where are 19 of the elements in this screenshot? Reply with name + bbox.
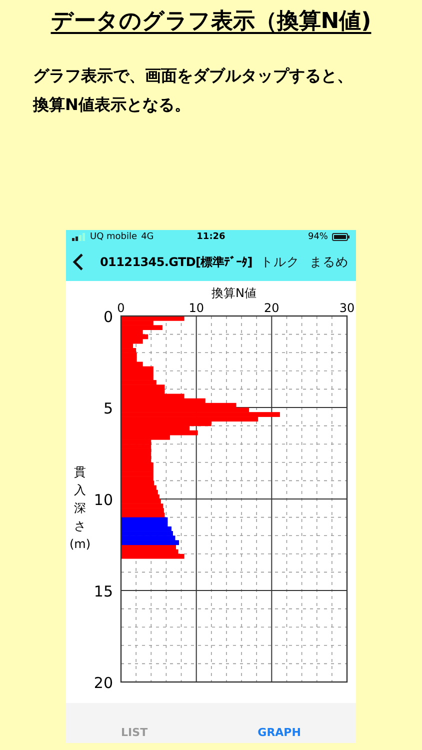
tick-label: 0 <box>103 308 113 326</box>
tick-label: 20 <box>264 301 280 315</box>
axis-label: 貫入深さ(m) <box>70 464 90 553</box>
tick-label: 5 <box>103 400 113 418</box>
carrier-name: UQ mobile <box>90 232 138 242</box>
tick-label: 15 <box>94 582 113 600</box>
tick-label: 10 <box>94 491 113 509</box>
battery-percent: 94% <box>308 232 328 242</box>
axis-label: 換算N値 <box>212 286 256 300</box>
tick-label: 20 <box>94 674 113 692</box>
page-heading: データのグラフ表示（換算N値) <box>50 8 372 36</box>
description-text: 換算N値表示となる。 <box>33 95 192 116</box>
tick-label: 30 <box>339 301 355 315</box>
network-type: 4G <box>141 232 154 242</box>
tick-label: 0 <box>117 301 125 315</box>
tick-label: 10 <box>188 301 204 315</box>
status-time: 11:26 <box>196 232 226 242</box>
description-text: グラフ表示で、画面をダブルタップすると、 <box>33 66 353 87</box>
file-title: 01121345.GTD[標準ﾃﾞｰﾀ] <box>100 254 252 270</box>
